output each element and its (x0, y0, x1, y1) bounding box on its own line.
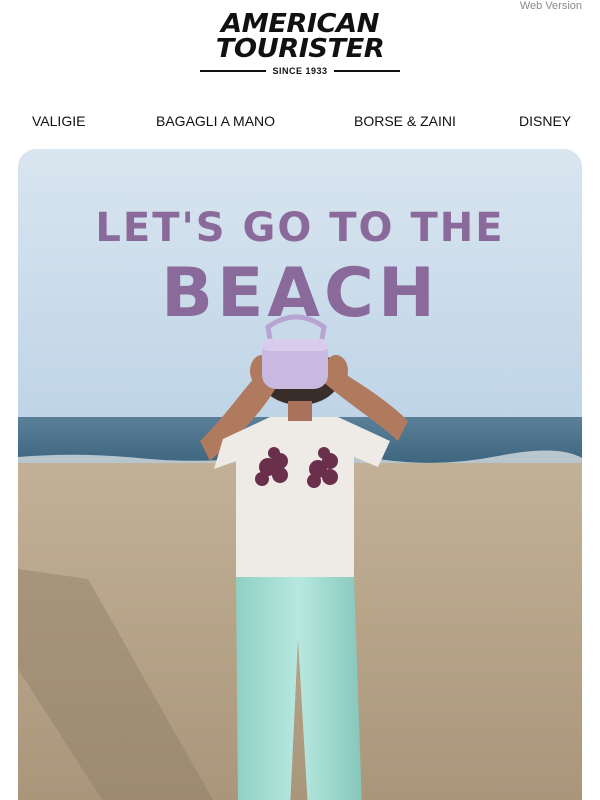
headline-line-2: BEACH (161, 254, 439, 333)
logo-since: SINCE 1933 (0, 66, 600, 76)
logo-divider (200, 70, 267, 72)
american-tourister-logo[interactable]: AMERICAN TOURISTER SINCE 1933 (0, 11, 600, 76)
headline-line-1: LET'S GO TO THE (95, 205, 505, 251)
hero-headline: LET'S GO TO THE BEACH (18, 204, 582, 334)
nav-item-borse-zaini[interactable]: BORSE & ZAINI (354, 113, 456, 129)
hero-banner[interactable]: LET'S GO TO THE BEACH (18, 149, 582, 800)
logo-line-2: TOURISTER (215, 34, 385, 64)
logo-since-text: SINCE 1933 (272, 66, 328, 76)
logo-divider (333, 70, 400, 72)
nav-item-bagagli-a-mano[interactable]: BAGAGLI A MANO (156, 113, 275, 129)
nav-item-valigie[interactable]: VALIGIE (32, 113, 85, 129)
nav-item-disney[interactable]: DISNEY (519, 113, 571, 129)
web-version-link[interactable]: Web Version (520, 0, 582, 12)
main-navigation: VALIGIE BAGAGLI A MANO BORSE & ZAINI DIS… (0, 113, 600, 131)
